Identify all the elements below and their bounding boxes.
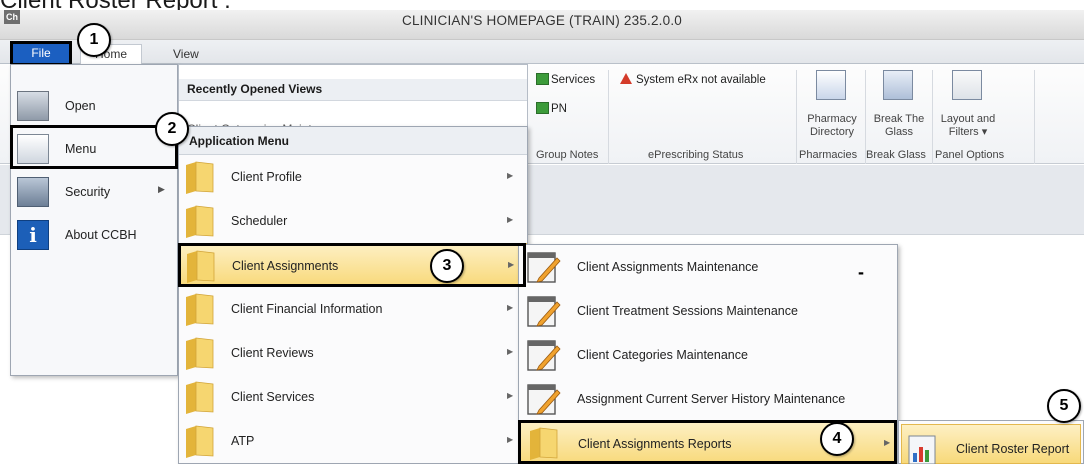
folder-icon [184,337,215,371]
app-menu-item[interactable]: Client Profile ▶ [179,155,527,199]
step-badge-5: 5 [1047,389,1081,423]
panel-options-label: Panel Options [935,149,1005,161]
folder-icon [184,161,215,195]
tab-file[interactable]: File [10,41,72,66]
assignments-menu-item[interactable]: Client Assignments Maintenance [519,245,897,289]
app-menu-item[interactable]: Client Services ▶ [179,375,527,419]
group-divider [608,70,609,164]
menu-item-label: Client Categories Maintenance [577,348,748,362]
highlight-box-menu [10,125,178,169]
submenu-arrow-icon: ▶ [507,303,514,312]
services-button[interactable]: Services [536,73,595,86]
layout-icon [952,70,982,100]
pn-label: PN [551,103,567,115]
file-item-open[interactable]: Open [11,85,177,127]
step-badge-3: 3 [430,249,464,283]
services-icon [536,73,549,85]
pn-button[interactable]: PN [536,102,567,115]
file-item-label: Open [65,99,96,113]
menu-item-label: Client Profile [231,170,302,184]
file-item-label: Security [65,185,111,199]
group-divider [1034,70,1035,164]
pharmacies-label: Pharmacies [799,149,858,161]
tab-view[interactable]: View [173,47,199,61]
menu-item-label: Client Financial Information [231,302,383,316]
folder-icon [184,425,215,459]
erx-status-label: System eRx not available [636,74,766,86]
menu-item-label: ATP [231,434,255,448]
group-divider [796,70,797,164]
glass-icon [883,70,913,100]
folder-icon [184,381,215,415]
file-item-label: About CCBH [65,228,137,242]
folder-icon [184,293,215,327]
menu-item-label: Client Roster Report [956,442,1070,456]
edit-form-icon [527,294,561,328]
menu-item-label: Scheduler [231,214,288,228]
step-badge-4: 4 [820,422,854,456]
edit-form-icon [527,382,561,416]
warning-icon [620,73,632,84]
file-menu-panel: Open Menu Security ▶ i About CCBH [10,64,178,376]
app-menu-item[interactable]: Client Reviews ▶ [179,331,527,375]
edit-form-icon [527,250,561,284]
open-icon [17,91,49,121]
submenu-arrow-icon: ▶ [507,435,514,444]
submenu-arrow-icon: ▶ [507,171,514,180]
submenu-arrow-icon: ▶ [507,347,514,356]
eprescribing-status-label: ePrescribing Status [648,149,744,161]
submenu-arrow-icon: ▶ [158,184,165,194]
folder-icon [184,205,215,239]
menu-item-label: Client Treatment Sessions Maintenance [577,304,798,318]
layout-filters-label: Layout and Filters ▾ [940,113,996,138]
menu-item-label: Client Services [231,390,315,404]
pharmacy-directory-label: Pharmacy Directory [807,113,857,138]
application-menu-header: Application Menu [179,127,527,155]
security-icon [17,177,49,207]
app-menu-item[interactable]: Client Financial Information ▶ [179,287,527,331]
title-bar: Ch CLINICIAN'S HOMEPAGE (TRAIN) 235.2.0.… [0,10,1084,40]
assignments-menu-item[interactable]: Assignment Current Server History Mainte… [519,377,897,421]
report-icon [908,435,936,464]
highlight-box-client-assignments [178,243,526,287]
pn-icon [536,102,549,114]
assignments-menu-item[interactable]: Client Categories Maintenance [519,333,897,377]
pharmacy-icon [816,70,846,100]
app-menu-item[interactable]: ATP ▶ [179,419,527,463]
info-icon: i [17,220,49,250]
application-menu: Application Menu Client Profile ▶ Schedule… [178,126,528,464]
menu-item-label: Client Assignments Maintenance [577,260,759,274]
submenu-arrow-icon: ▶ [507,215,514,224]
recent-header: Recently Opened Views [179,79,527,101]
window-title: CLINICIAN'S HOMEPAGE (TRAIN) 235.2.0.0 [402,13,682,28]
menu-item-label: Assignment Current Server History Mainte… [577,392,846,406]
erx-status-button[interactable]: System eRx not available [620,73,766,86]
step-badge-2: 2 [155,112,189,146]
client-assignments-reports-submenu: Client Roster Report [898,420,1084,464]
services-label: Services [551,74,596,86]
file-item-security[interactable]: Security ▶ [11,171,177,213]
file-item-about[interactable]: i About CCBH [11,214,177,256]
group-divider [865,70,866,164]
edit-form-icon [527,338,561,372]
ribbon-tab-bar: File Home View [0,40,1084,66]
group-divider [932,70,933,164]
app-menu-item[interactable]: Scheduler ▶ [179,199,527,243]
submenu-arrow-icon: ▶ [507,391,514,400]
break-glass-label: Break Glass [866,149,926,161]
group-notes-label: Group Notes [536,149,599,161]
break-the-glass-label: Break The Glass [873,113,925,138]
menu-item-client-roster-report[interactable]: Client Roster Report [901,424,1081,464]
menu-item-label: Client Reviews [231,346,314,360]
stray-dash: - [858,262,864,282]
assignments-menu-item[interactable]: Client Treatment Sessions Maintenance [519,289,897,333]
step-badge-1: 1 [77,23,111,57]
